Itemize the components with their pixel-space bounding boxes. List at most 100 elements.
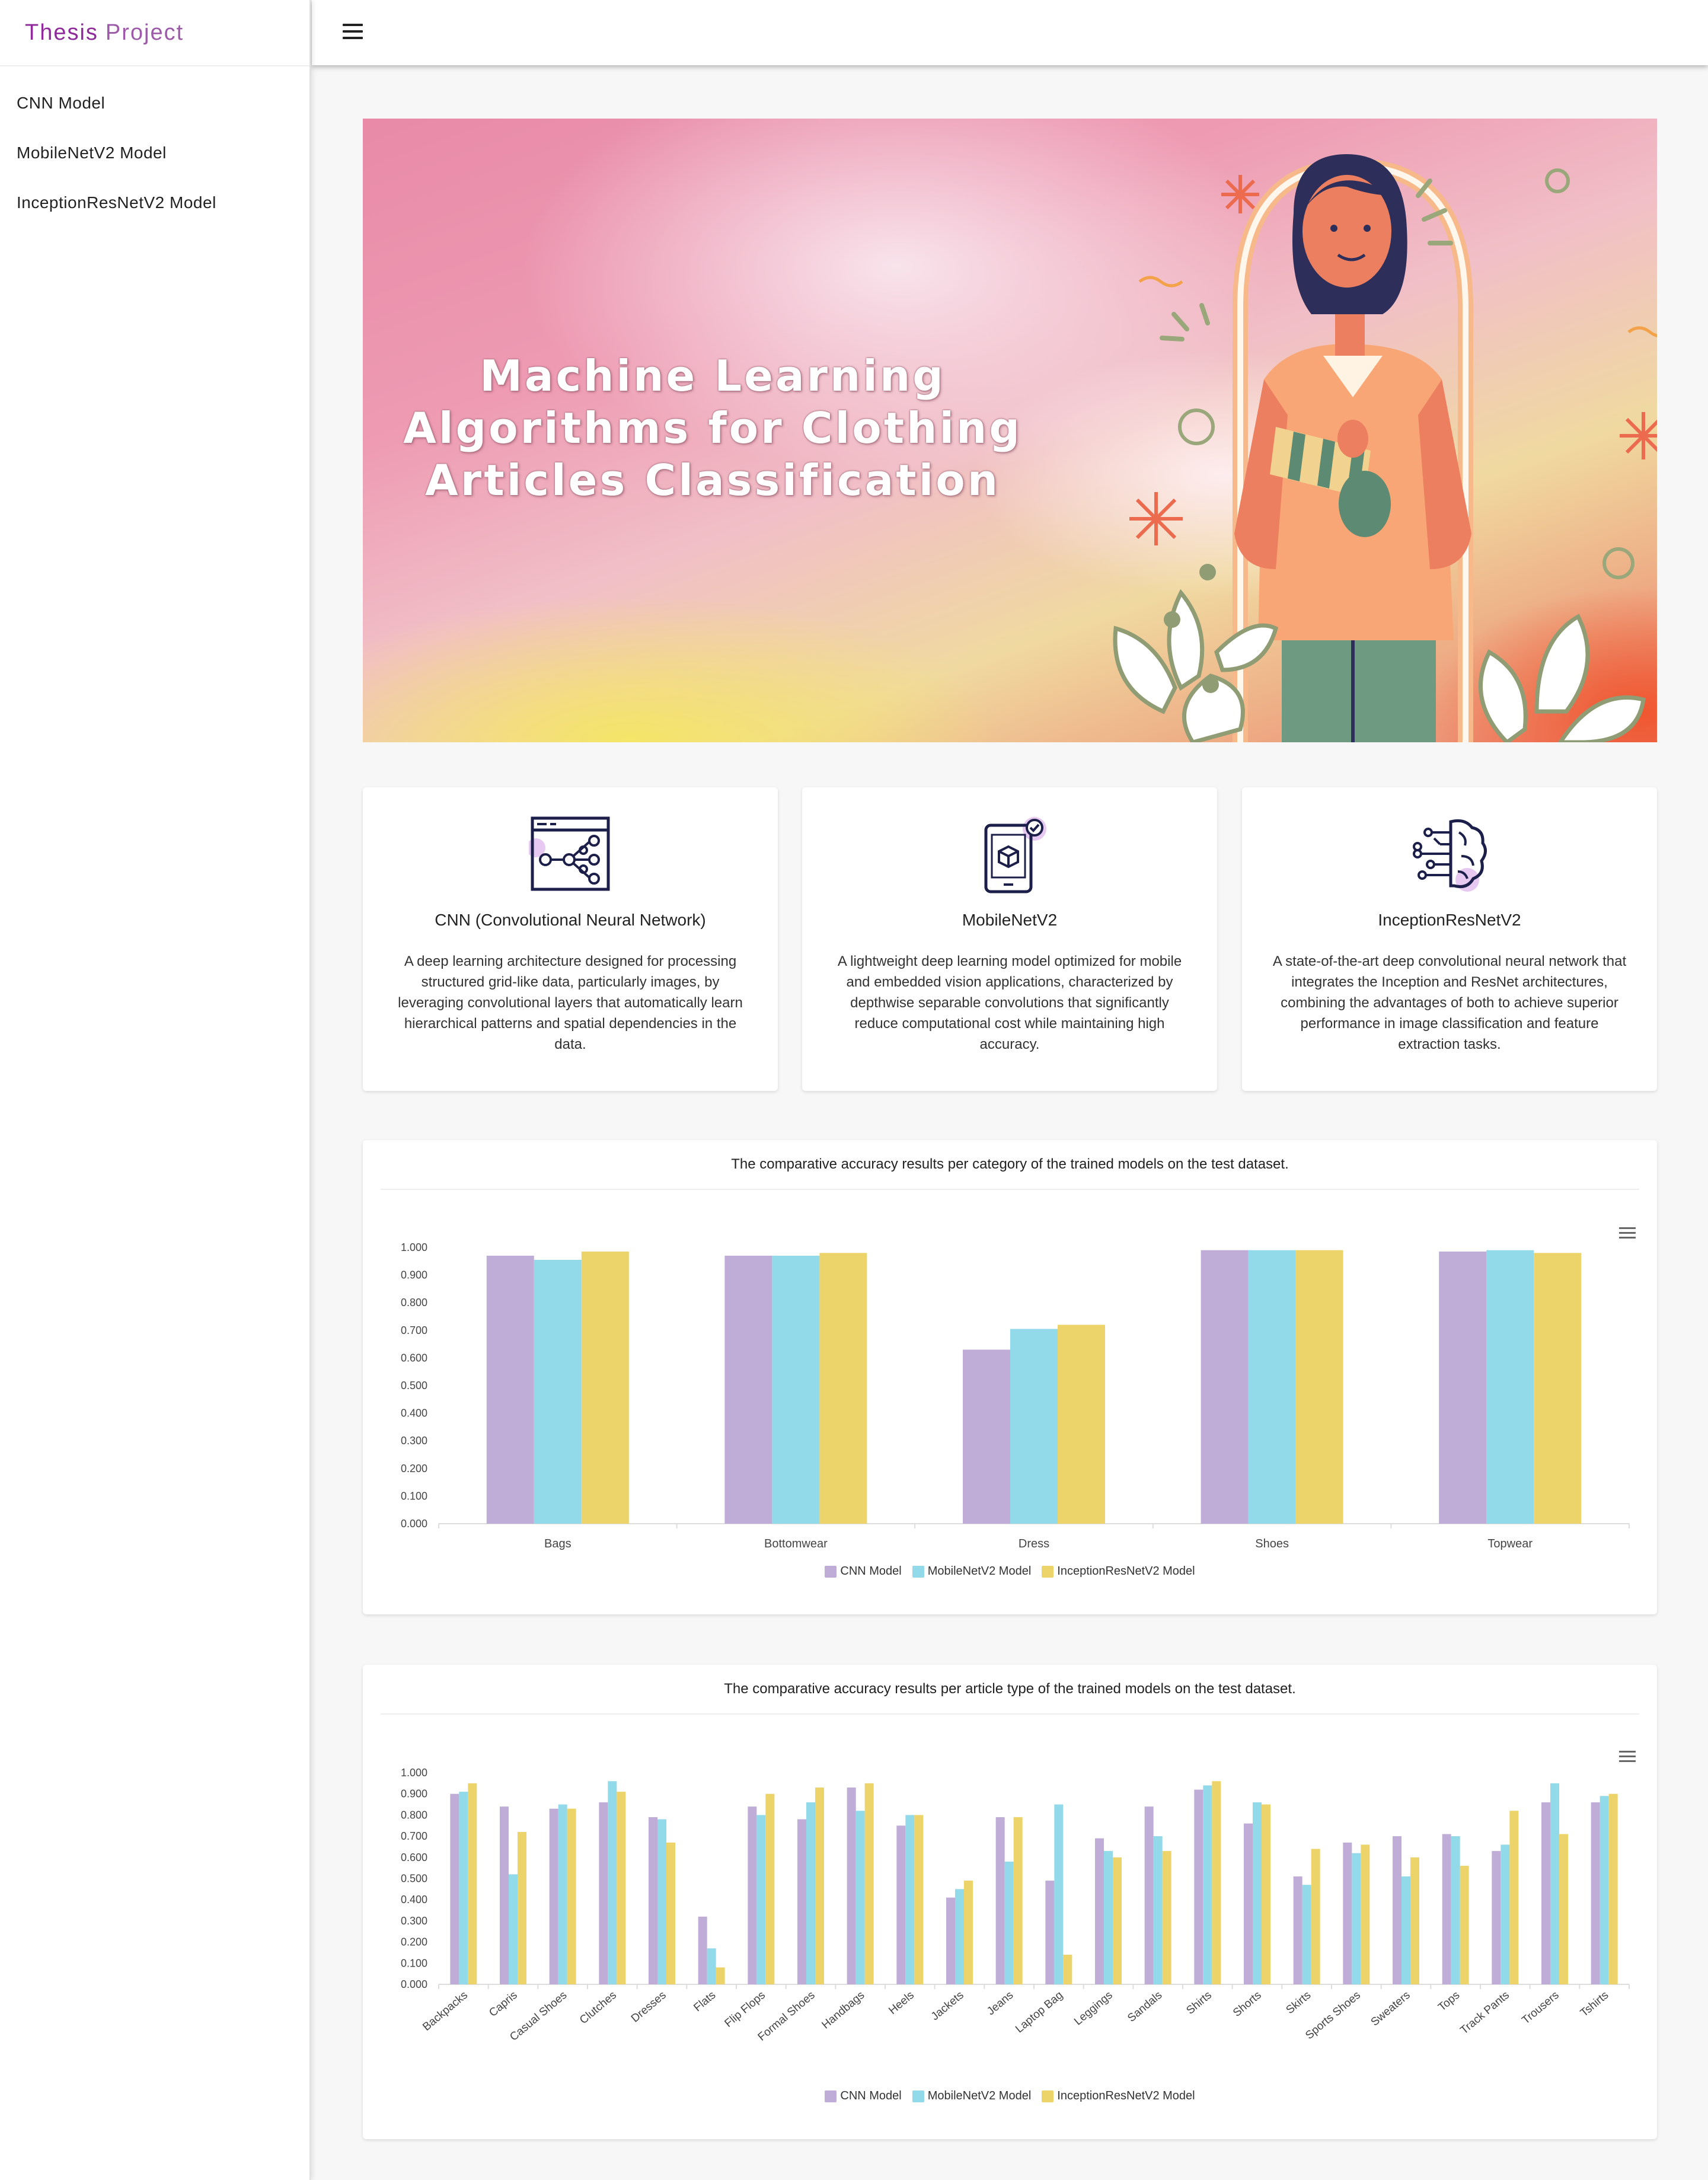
bar-cnn-model-shirts[interactable] — [1194, 1789, 1203, 1984]
bar-mobilenetv2-model-topwear[interactable] — [1486, 1250, 1534, 1524]
bar-mobilenetv2-model-dresses[interactable] — [657, 1819, 666, 1984]
bar-cnn-model-handbags[interactable] — [847, 1787, 856, 1984]
brand-logo[interactable]: Thesis Project — [0, 0, 309, 66]
bar-mobilenetv2-model-tshirts[interactable] — [1600, 1796, 1609, 1984]
bar-mobilenetv2-model-laptop-bag[interactable] — [1054, 1804, 1064, 1984]
bar-mobilenetv2-model-heels[interactable] — [905, 1815, 915, 1984]
bar-mobilenetv2-model-shirts[interactable] — [1203, 1785, 1212, 1984]
bar-inceptionresnetv2-model-casual-shoes[interactable] — [567, 1808, 576, 1984]
bar-mobilenetv2-model-sandals[interactable] — [1153, 1836, 1163, 1984]
bar-cnn-model-shorts[interactable] — [1244, 1823, 1253, 1984]
bar-inceptionresnetv2-model-formal-shoes[interactable] — [815, 1787, 824, 1984]
bar-cnn-model-formal-shoes[interactable] — [797, 1819, 806, 1984]
bar-inceptionresnetv2-model-jeans[interactable] — [1013, 1817, 1023, 1984]
bar-cnn-model-sports-shoes[interactable] — [1343, 1842, 1352, 1984]
bar-inceptionresnetv2-model-shirts[interactable] — [1212, 1781, 1221, 1984]
bar-cnn-model-shoes[interactable] — [1201, 1250, 1249, 1524]
legend-item-mobilenetv2[interactable]: MobileNetV2 Model — [912, 2089, 1031, 2103]
bar-mobilenetv2-model-bags[interactable] — [534, 1259, 582, 1524]
bar-mobilenetv2-model-shoes[interactable] — [1248, 1250, 1296, 1524]
bar-mobilenetv2-model-formal-shoes[interactable] — [806, 1802, 815, 1984]
bar-inceptionresnetv2-model-backpacks[interactable] — [468, 1783, 477, 1984]
bar-inceptionresnetv2-model-topwear[interactable] — [1534, 1253, 1582, 1524]
bar-mobilenetv2-model-sports-shoes[interactable] — [1352, 1853, 1361, 1984]
bar-inceptionresnetv2-model-sandals[interactable] — [1162, 1851, 1171, 1984]
bar-cnn-model-backpacks[interactable] — [450, 1793, 459, 1984]
bar-cnn-model-topwear[interactable] — [1439, 1251, 1487, 1524]
bar-cnn-model-bottomwear[interactable] — [724, 1255, 772, 1524]
bar-mobilenetv2-model-shorts[interactable] — [1253, 1802, 1262, 1984]
bar-inceptionresnetv2-model-shoes[interactable] — [1295, 1250, 1343, 1524]
hamburger-menu-icon[interactable] — [343, 24, 363, 42]
bar-mobilenetv2-model-capris[interactable] — [509, 1874, 518, 1984]
bar-cnn-model-casual-shoes[interactable] — [549, 1808, 558, 1984]
bar-inceptionresnetv2-model-track-pants[interactable] — [1509, 1811, 1519, 1984]
sidebar-item-cnn-model[interactable]: CNN Model — [0, 78, 309, 128]
bar-mobilenetv2-model-dress[interactable] — [1010, 1329, 1058, 1524]
bar-mobilenetv2-model-trousers[interactable] — [1550, 1783, 1559, 1984]
bar-inceptionresnetv2-model-skirts[interactable] — [1311, 1849, 1320, 1984]
bar-cnn-model-leggings[interactable] — [1095, 1838, 1104, 1984]
bar-mobilenetv2-model-backpacks[interactable] — [459, 1792, 468, 1984]
bar-inceptionresnetv2-model-flats[interactable] — [716, 1967, 725, 1984]
bar-cnn-model-dress[interactable] — [963, 1349, 1010, 1524]
bar-cnn-model-bags[interactable] — [486, 1255, 534, 1524]
bar-mobilenetv2-model-jackets[interactable] — [955, 1889, 964, 1984]
bar-cnn-model-sweaters[interactable] — [1393, 1836, 1401, 1984]
bar-mobilenetv2-model-sweaters[interactable] — [1401, 1876, 1410, 1984]
bar-inceptionresnetv2-model-clutches[interactable] — [617, 1792, 626, 1984]
bar-inceptionresnetv2-model-tshirts[interactable] — [1608, 1793, 1618, 1984]
bar-cnn-model-jackets[interactable] — [946, 1897, 955, 1984]
bar-inceptionresnetv2-model-tops[interactable] — [1460, 1866, 1469, 1984]
bar-inceptionresnetv2-model-sweaters[interactable] — [1410, 1857, 1419, 1984]
bar-mobilenetv2-model-handbags[interactable] — [855, 1811, 865, 1984]
bar-cnn-model-jeans[interactable] — [995, 1817, 1005, 1984]
bar-inceptionresnetv2-model-leggings[interactable] — [1113, 1857, 1122, 1984]
bar-cnn-model-trousers[interactable] — [1541, 1802, 1550, 1984]
legend-item-inceptionresnetv2[interactable]: InceptionResNetV2 Model — [1042, 1565, 1195, 1578]
bar-cnn-model-dresses[interactable] — [649, 1817, 657, 1984]
bar-mobilenetv2-model-flip-flops[interactable] — [756, 1815, 766, 1984]
bar-inceptionresnetv2-model-handbags[interactable] — [864, 1783, 874, 1984]
bar-mobilenetv2-model-tops[interactable] — [1451, 1836, 1460, 1984]
bar-inceptionresnetv2-model-bottomwear[interactable] — [819, 1253, 867, 1524]
bar-mobilenetv2-model-track-pants[interactable] — [1501, 1844, 1510, 1984]
card-description: A deep learning architecture designed fo… — [398, 953, 743, 1052]
bar-inceptionresnetv2-model-shorts[interactable] — [1262, 1804, 1270, 1984]
legend-item-mobilenetv2[interactable]: MobileNetV2 Model — [912, 1565, 1031, 1578]
bar-inceptionresnetv2-model-heels[interactable] — [914, 1815, 924, 1984]
legend-item-inceptionresnetv2[interactable]: InceptionResNetV2 Model — [1042, 2089, 1195, 2103]
bar-cnn-model-sandals[interactable] — [1144, 1806, 1154, 1984]
bar-cnn-model-skirts[interactable] — [1293, 1876, 1302, 1984]
bar-cnn-model-track-pants[interactable] — [1492, 1851, 1501, 1984]
bar-inceptionresnetv2-model-dresses[interactable] — [666, 1842, 675, 1984]
sidebar-item-mobilenetv2-model[interactable]: MobileNetV2 Model — [0, 128, 309, 178]
legend-item-cnn[interactable]: CNN Model — [825, 2089, 902, 2103]
bar-mobilenetv2-model-clutches[interactable] — [608, 1781, 617, 1984]
bar-inceptionresnetv2-model-jackets[interactable] — [964, 1881, 973, 1984]
bar-mobilenetv2-model-bottomwear[interactable] — [772, 1255, 820, 1524]
bar-inceptionresnetv2-model-bags[interactable] — [581, 1251, 629, 1524]
bar-inceptionresnetv2-model-flip-flops[interactable] — [765, 1793, 775, 1984]
bar-cnn-model-tshirts[interactable] — [1591, 1802, 1600, 1984]
bar-mobilenetv2-model-jeans[interactable] — [1004, 1861, 1014, 1984]
bar-inceptionresnetv2-model-trousers[interactable] — [1559, 1834, 1568, 1984]
legend-item-cnn[interactable]: CNN Model — [825, 1565, 902, 1578]
bar-mobilenetv2-model-skirts[interactable] — [1302, 1885, 1311, 1984]
bar-cnn-model-tops[interactable] — [1442, 1834, 1451, 1984]
bar-cnn-model-capris[interactable] — [500, 1806, 509, 1984]
bar-mobilenetv2-model-leggings[interactable] — [1104, 1851, 1113, 1984]
bar-inceptionresnetv2-model-dress[interactable] — [1058, 1324, 1105, 1524]
bar-mobilenetv2-model-casual-shoes[interactable] — [558, 1804, 567, 1984]
bar-cnn-model-flip-flops[interactable] — [748, 1806, 757, 1984]
bar-cnn-model-heels[interactable] — [896, 1825, 906, 1984]
bar-cnn-model-laptop-bag[interactable] — [1045, 1881, 1055, 1984]
brain-circuit-icon — [1413, 819, 1487, 892]
bar-inceptionresnetv2-model-capris[interactable] — [518, 1831, 526, 1984]
bar-inceptionresnetv2-model-laptop-bag[interactable] — [1063, 1955, 1072, 1984]
bar-mobilenetv2-model-flats[interactable] — [707, 1948, 716, 1984]
sidebar-item-inceptionresnetv2-model[interactable]: InceptionResNetV2 Model — [0, 178, 309, 228]
bar-cnn-model-clutches[interactable] — [599, 1802, 608, 1984]
bar-cnn-model-flats[interactable] — [698, 1916, 707, 1984]
bar-inceptionresnetv2-model-sports-shoes[interactable] — [1361, 1844, 1370, 1984]
